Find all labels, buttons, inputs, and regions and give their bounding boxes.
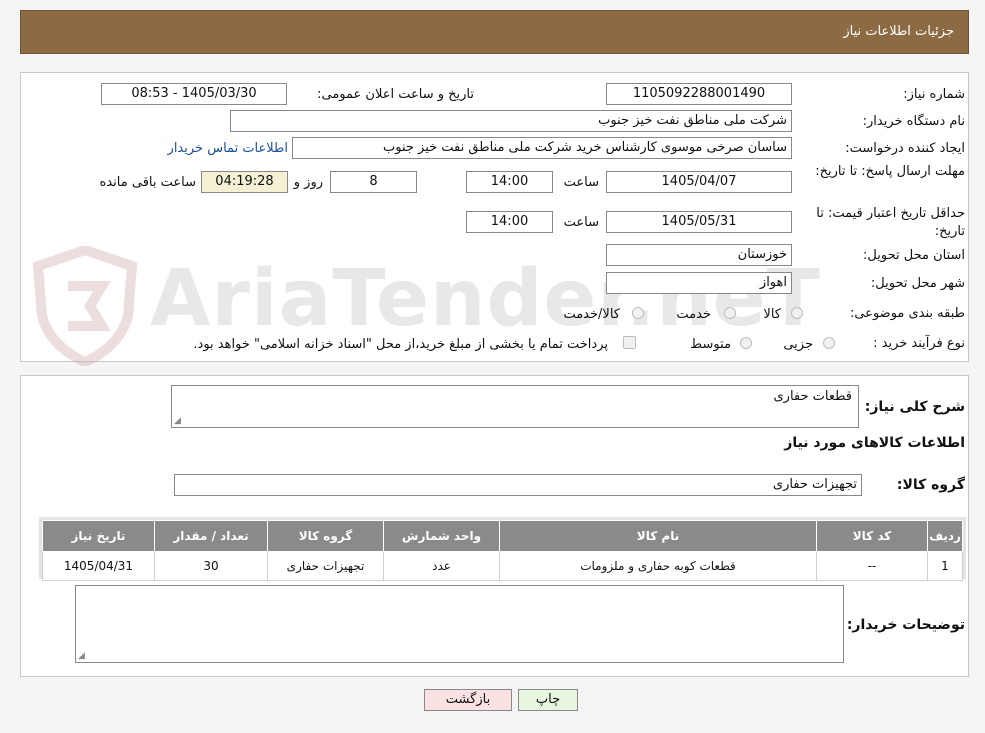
province-field: خوزستان: [606, 244, 792, 266]
deadline-time-label: ساعت: [563, 175, 599, 190]
col-header-item-group: گروه کالا: [267, 520, 384, 552]
category-option-service: خدمت: [676, 307, 711, 322]
cell-quantity: 30: [154, 551, 268, 581]
description-text: قطعات حفاری: [773, 389, 852, 404]
cell-need-date: 1405/04/31: [42, 551, 155, 581]
deadline-date-field: 1405/04/07: [606, 171, 792, 193]
col-header-row-number: ردیف: [927, 520, 963, 552]
province-label: استان محل تحویل:: [863, 248, 965, 263]
treasury-payment-note: پرداخت تمام یا بخشی از مبلغ خرید،از محل …: [193, 337, 608, 352]
category-radio-goods[interactable]: [791, 307, 803, 319]
category-label: طبقه بندی موضوعی:: [849, 306, 965, 321]
goods-group-label: گروه کالا:: [896, 477, 965, 493]
treasury-payment-checkbox[interactable]: [623, 336, 636, 349]
col-header-item-code: کد کالا: [816, 520, 928, 552]
table-row: 1 -- قطعات کوبه حفاری و ملزومات عدد تجهی…: [42, 551, 963, 581]
category-option-goods: کالا: [763, 307, 781, 322]
goods-table-wrap: ردیف کد کالا نام کالا واحد شمارش گروه کا…: [39, 517, 966, 581]
cell-unit: عدد: [383, 551, 500, 581]
col-header-need-date: تاریخ نیاز: [42, 520, 155, 552]
buyer-org-field: شرکت ملی مناطق نفت خیز جنوب: [230, 110, 792, 132]
need-number-field: 1105092288001490: [606, 83, 792, 105]
announce-label: تاریخ و ساعت اعلان عمومی:: [317, 87, 474, 102]
col-header-quantity: تعداد / مقدار: [154, 520, 268, 552]
goods-table: ردیف کد کالا نام کالا واحد شمارش گروه کا…: [42, 520, 963, 581]
deadline-label: مهلت ارسال پاسخ: تا تاریخ:: [815, 164, 965, 179]
process-radio-medium[interactable]: [740, 337, 752, 349]
need-number-label: شماره نیاز:: [903, 87, 965, 102]
announce-field: 1405/03/30 - 08:53: [101, 83, 287, 105]
col-header-item-name: نام کالا: [499, 520, 817, 552]
resize-handle-icon: ◢: [78, 651, 85, 661]
page-title: جزئیات اطلاعات نیاز: [843, 24, 954, 39]
price-valid-time-label: ساعت: [563, 215, 599, 230]
requester-label: ایجاد کننده درخواست:: [845, 141, 965, 156]
description-textarea: قطعات حفاری ◢: [171, 385, 859, 428]
category-radio-service[interactable]: [724, 307, 736, 319]
price-valid-date-field: 1405/05/31: [606, 211, 792, 233]
remaining-time-field: 04:19:28: [201, 171, 288, 193]
resize-handle-icon: ◢: [174, 416, 181, 426]
category-option-goods-service: کالا/خدمت: [563, 307, 620, 322]
print-button[interactable]: چاپ: [518, 689, 578, 711]
deadline-time-field: 14:00: [466, 171, 553, 193]
cell-item-group: تجهیزات حفاری: [267, 551, 384, 581]
remaining-label: ساعت باقی مانده: [99, 175, 196, 190]
col-header-unit: واحد شمارش: [383, 520, 500, 552]
goods-group-field: تجهیزات حفاری: [174, 474, 862, 496]
category-radio-goods-service[interactable]: [632, 307, 644, 319]
cell-row-number: 1: [927, 551, 963, 581]
city-field: اهواز: [606, 272, 792, 294]
days-field: 8: [330, 171, 417, 193]
back-button[interactable]: بازگشت: [424, 689, 512, 711]
process-option-minor: جزیی: [783, 337, 813, 352]
requester-field: ساسان صرخی موسوی کارشناس خرید شرکت ملی م…: [292, 137, 792, 159]
page-header: جزئیات اطلاعات نیاز: [20, 10, 969, 54]
process-option-medium: متوسط: [690, 337, 731, 352]
price-valid-label: حداقل تاریخ اعتبار قیمت: تا تاریخ:: [816, 206, 965, 239]
buyer-contact-link[interactable]: اطلاعات تماس خریدار: [168, 141, 288, 156]
buyer-notes-label: توضیحات خریدار:: [846, 617, 965, 633]
shield-logo-icon: [32, 246, 138, 366]
goods-table-header-row: ردیف کد کالا نام کالا واحد شمارش گروه کا…: [42, 520, 963, 552]
description-label: شرح کلی نیاز:: [864, 399, 965, 415]
price-valid-time-field: 14:00: [466, 211, 553, 233]
buyer-notes-textarea: ◢: [75, 585, 844, 663]
goods-info-title: اطلاعات کالاهای مورد نیاز: [784, 435, 965, 451]
process-radio-minor[interactable]: [823, 337, 835, 349]
watermark-text: AriaTender.neT: [150, 254, 821, 344]
cell-item-code: --: [816, 551, 928, 581]
buyer-org-label: نام دستگاه خریدار:: [862, 114, 965, 129]
city-label: شهر محل تحویل:: [870, 276, 965, 291]
cell-item-name: قطعات کوبه حفاری و ملزومات: [499, 551, 817, 581]
days-label: روز و: [293, 175, 323, 190]
process-label: نوع فرآیند خرید :: [873, 336, 965, 351]
